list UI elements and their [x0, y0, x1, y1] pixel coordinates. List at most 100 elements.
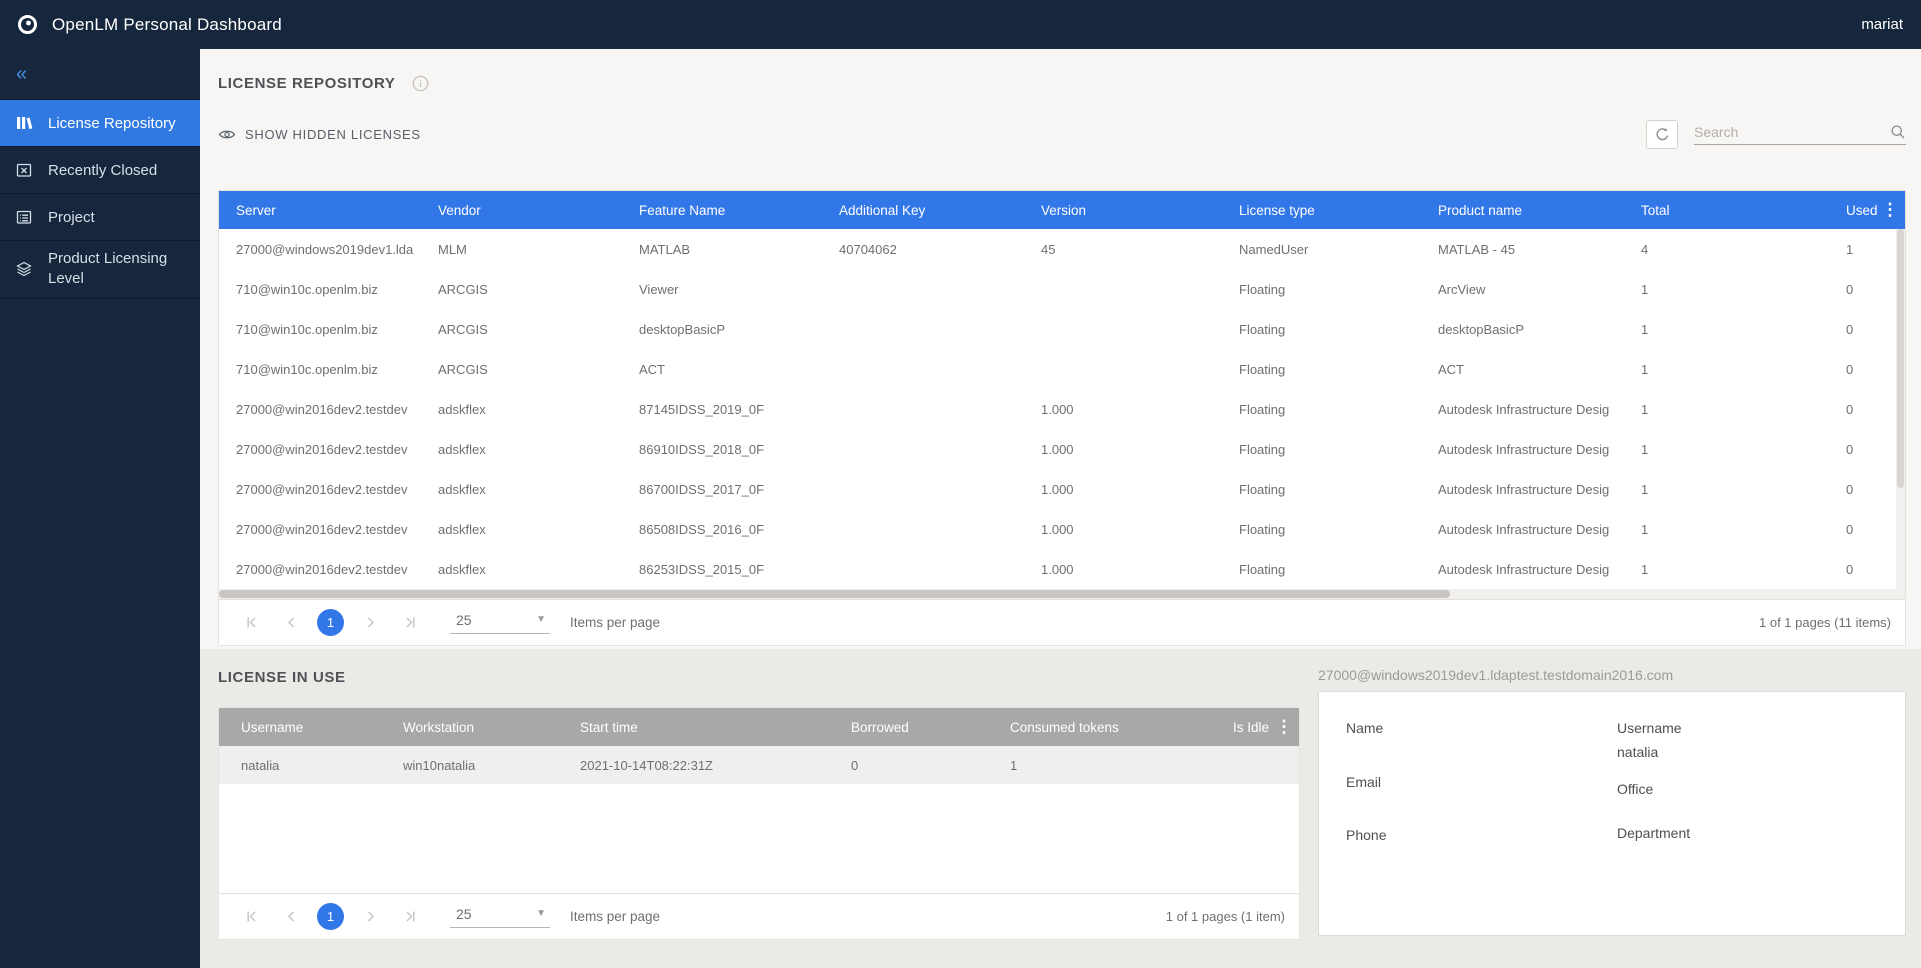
table-row[interactable]: 27000@win2016dev2.testdevadskflex86910ID…	[219, 429, 1905, 469]
page-summary: 1 of 1 pages (11 items)	[1759, 615, 1891, 630]
table-cell: 40704062	[822, 242, 1024, 257]
refresh-button[interactable]	[1646, 120, 1678, 149]
search-box	[1694, 124, 1906, 145]
column-header[interactable]: Server	[219, 203, 421, 218]
table-row[interactable]: 27000@windows2019dev1.ldaMLMMATLAB407040…	[219, 229, 1905, 269]
closed-box-icon	[16, 162, 34, 178]
table-cell: adskflex	[421, 522, 622, 537]
table-cell: 27000@win2016dev2.testdev	[219, 402, 421, 417]
table-cell: 86910IDSS_2018_0F	[622, 442, 822, 457]
column-header[interactable]: Consumed tokens	[988, 720, 1201, 735]
user-detail-panel: 27000@windows2019dev1.ldaptest.testdomai…	[1318, 667, 1906, 936]
show-hidden-licenses-toggle[interactable]: SHOW HIDDEN LICENSES	[218, 127, 421, 142]
show-hidden-label: SHOW HIDDEN LICENSES	[245, 127, 421, 142]
table-row[interactable]: 710@win10c.openlm.bizARCGISdesktopBasicP…	[219, 309, 1905, 349]
table-cell: 27000@windows2019dev1.lda	[219, 242, 421, 257]
table-cell: adskflex	[421, 442, 622, 457]
items-per-page-label: Items per page	[570, 909, 660, 924]
last-page-button[interactable]	[396, 609, 424, 637]
column-header[interactable]: Workstation	[381, 720, 558, 735]
column-header[interactable]: Additional Key	[822, 203, 1024, 218]
table-cell: Floating	[1222, 442, 1421, 457]
table-cell: Autodesk Infrastructure Desig	[1421, 442, 1624, 457]
table-cell: 1.000	[1024, 402, 1222, 417]
column-header[interactable]: Start time	[558, 720, 829, 735]
column-header[interactable]: Vendor	[421, 203, 622, 218]
table-cell: 0	[1829, 482, 1905, 497]
table-cell: Floating	[1222, 402, 1421, 417]
page-size-dropdown[interactable]: 25 ▼	[450, 906, 550, 928]
project-list-icon	[16, 209, 34, 225]
table-cell: 27000@win2016dev2.testdev	[219, 482, 421, 497]
user-menu[interactable]: mariat	[1861, 16, 1903, 33]
search-input[interactable]	[1694, 124, 1890, 140]
table-cell: 0	[1829, 442, 1905, 457]
table-cell: Floating	[1222, 562, 1421, 577]
table-cell: Autodesk Infrastructure Desig	[1421, 562, 1624, 577]
license-repository-table: ServerVendorFeature NameAdditional KeyVe…	[218, 190, 1906, 646]
current-page-button[interactable]: 1	[317, 903, 344, 930]
first-page-button[interactable]	[237, 903, 265, 931]
table-cell: Autodesk Infrastructure Desig	[1421, 522, 1624, 537]
table-cell: Floating	[1222, 522, 1421, 537]
collapse-chevrons-icon: «	[16, 63, 27, 86]
column-menu-kebab-icon[interactable]: ⋮	[1879, 191, 1901, 229]
next-page-button[interactable]	[356, 903, 384, 931]
vertical-scrollbar[interactable]	[1896, 229, 1905, 589]
column-header[interactable]: Feature Name	[622, 203, 822, 218]
sidebar-collapse-button[interactable]: «	[0, 49, 200, 99]
table-body: nataliawin10natalia2021-10-14T08:22:31Z0…	[219, 746, 1299, 784]
page-title: LICENSE REPOSITORY	[218, 75, 396, 92]
table-row[interactable]: 710@win10c.openlm.bizARCGISACTFloatingAC…	[219, 349, 1905, 389]
sidebar-item-product-licensing-level[interactable]: Product Licensing Level	[0, 240, 200, 299]
table-row[interactable]: nataliawin10natalia2021-10-14T08:22:31Z0…	[219, 746, 1299, 784]
column-header[interactable]: Total	[1624, 203, 1829, 218]
detail-server-name: 27000@windows2019dev1.ldaptest.testdomai…	[1318, 667, 1906, 683]
column-header[interactable]: Borrowed	[829, 720, 988, 735]
column-menu-kebab-icon[interactable]: ⋮	[1273, 708, 1295, 746]
table-cell: 1	[1624, 522, 1829, 537]
department-label: Department	[1617, 825, 1690, 841]
main-content: LICENSE REPOSITORY SHOW HIDDEN LICENSES	[200, 49, 1921, 968]
table-cell: Floating	[1222, 282, 1421, 297]
table-row[interactable]: 27000@win2016dev2.testdevadskflex86508ID…	[219, 509, 1905, 549]
table-row[interactable]: 27000@win2016dev2.testdevadskflex86253ID…	[219, 549, 1905, 589]
table-cell: 86700IDSS_2017_0F	[622, 482, 822, 497]
table-toolbar: SHOW HIDDEN LICENSES	[218, 118, 1906, 150]
table-cell: 1	[1624, 282, 1829, 297]
search-icon	[1890, 124, 1906, 140]
openlm-logo-icon	[17, 14, 38, 35]
current-page-button[interactable]: 1	[317, 609, 344, 636]
column-header[interactable]: Product name	[1421, 203, 1624, 218]
table-cell: 1	[988, 758, 1201, 773]
previous-page-button[interactable]	[277, 609, 305, 637]
info-icon[interactable]	[412, 75, 429, 92]
first-page-button[interactable]	[237, 609, 265, 637]
pagination-bar: 1 25 ▼ Items per p	[219, 893, 1299, 939]
table-cell: Autodesk Infrastructure Desig	[1421, 482, 1624, 497]
page-size-dropdown[interactable]: 25 ▼	[450, 612, 550, 634]
table-cell: 27000@win2016dev2.testdev	[219, 442, 421, 457]
next-page-button[interactable]	[356, 609, 384, 637]
sidebar-item-recently-closed[interactable]: Recently Closed	[0, 146, 200, 193]
horizontal-scrollbar[interactable]	[219, 589, 1905, 599]
previous-page-button[interactable]	[277, 903, 305, 931]
last-page-button[interactable]	[396, 903, 424, 931]
table-cell: 1	[1624, 322, 1829, 337]
column-header[interactable]: Version	[1024, 203, 1222, 218]
table-header-row: ServerVendorFeature NameAdditional KeyVe…	[219, 191, 1905, 229]
column-header[interactable]: License type	[1222, 203, 1421, 218]
table-cell: adskflex	[421, 402, 622, 417]
column-header[interactable]: Username	[219, 720, 381, 735]
table-row[interactable]: 27000@win2016dev2.testdevadskflex87145ID…	[219, 389, 1905, 429]
table-cell: 0	[1829, 562, 1905, 577]
table-row[interactable]: 27000@win2016dev2.testdevadskflex86700ID…	[219, 469, 1905, 509]
table-cell: ARCGIS	[421, 282, 622, 297]
top-bar: OpenLM Personal Dashboard mariat	[0, 0, 1921, 49]
license-in-use-section: LICENSE IN USE UsernameWorkstationStart …	[200, 649, 1921, 968]
sidebar-item-license-repository[interactable]: License Repository	[0, 99, 200, 146]
table-row[interactable]: 710@win10c.openlm.bizARCGISViewerFloatin…	[219, 269, 1905, 309]
sidebar-item-project[interactable]: Project	[0, 193, 200, 240]
office-label: Office	[1617, 781, 1690, 797]
table-cell: ArcView	[1421, 282, 1624, 297]
